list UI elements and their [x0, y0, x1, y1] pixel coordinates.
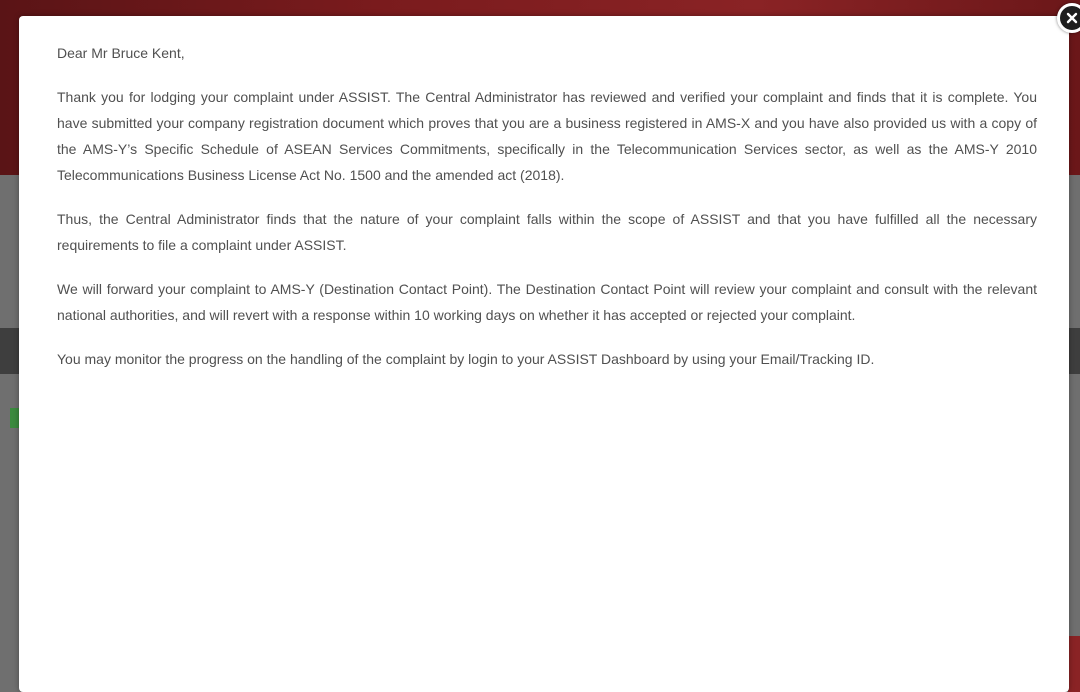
paragraph-scope: Thus, the Central Administrator finds th… — [57, 211, 1037, 253]
modal-body: Dear Mr Bruce Kent, Thank you for lodgin… — [57, 40, 1037, 390]
complaint-acknowledgement-modal: Dear Mr Bruce Kent, Thank you for lodgin… — [19, 16, 1069, 692]
paragraph-verification: Thank you for lodging your complaint und… — [57, 89, 1037, 183]
paragraph-monitoring: You may monitor the progress on the hand… — [57, 351, 875, 367]
background-red-button — [1068, 636, 1080, 692]
paragraph-forwarding: We will forward your complaint to AMS-Y … — [57, 281, 1037, 323]
salutation: Dear Mr Bruce Kent, — [57, 45, 185, 61]
modal-close-button[interactable] — [1057, 3, 1080, 33]
close-icon — [1066, 12, 1078, 24]
